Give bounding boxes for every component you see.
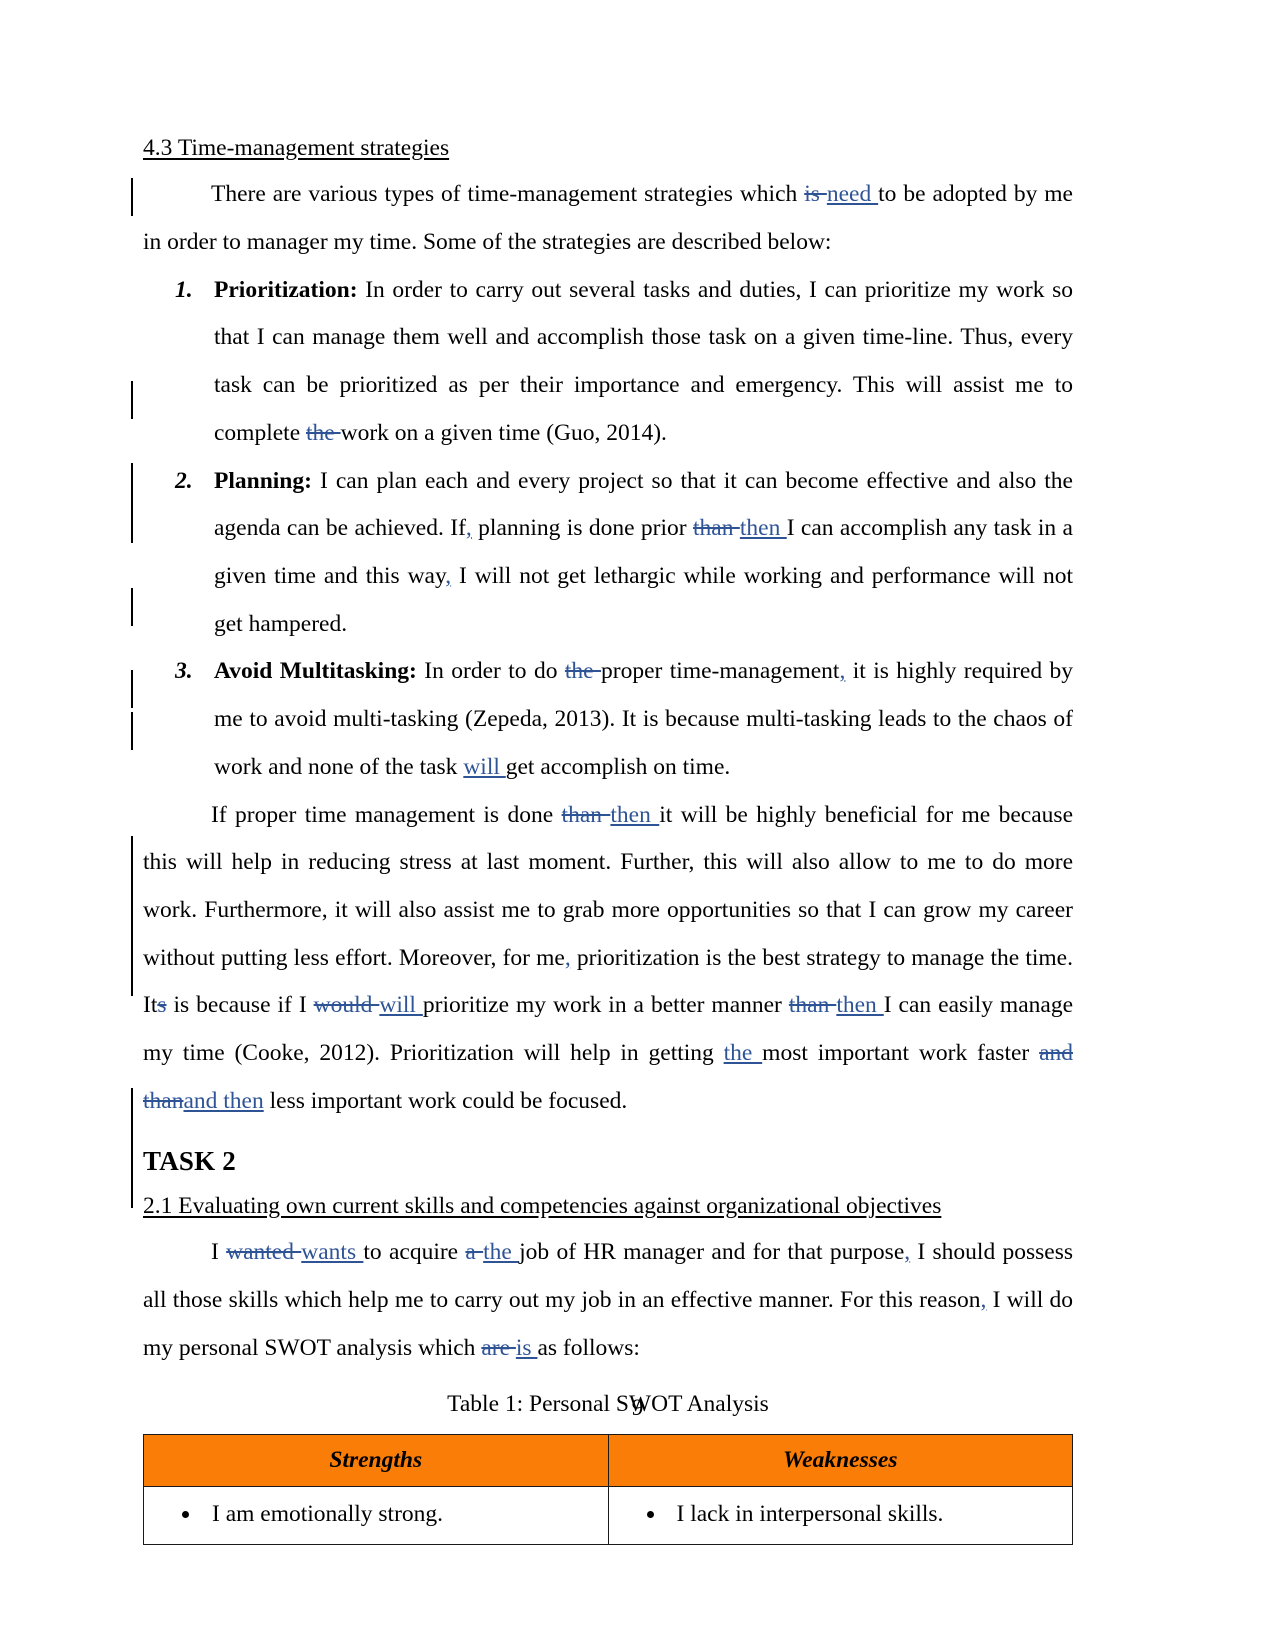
deletion-s: s bbox=[157, 992, 167, 1019]
strategy-list: Prioritization: In order to carry out se… bbox=[143, 267, 1073, 792]
change-bar bbox=[131, 381, 133, 419]
change-bar bbox=[131, 178, 133, 216]
list-item-lead: Planning: bbox=[214, 467, 312, 494]
closing-text-1: If proper time management is done bbox=[211, 801, 562, 828]
insertion-need: need bbox=[826, 181, 879, 208]
swot-table: Strengths Weaknesses I am emotionally st… bbox=[143, 1433, 1073, 1546]
heading-4-3: 4.3 Time-management strategies bbox=[143, 135, 450, 161]
p21-text-3: job of HR manager and for that purpose bbox=[519, 1239, 905, 1266]
heading-4-3-wrap: 4.3 Time-management strategies bbox=[143, 132, 1073, 169]
list-item-text-2: proper time-management bbox=[601, 658, 840, 685]
change-bar bbox=[131, 588, 133, 626]
list-item: I lack in interpersonal skills. bbox=[667, 1497, 1067, 1532]
table-header-row: Strengths Weaknesses bbox=[143, 1433, 1073, 1487]
deletion-the: the bbox=[564, 658, 602, 685]
insertion-then-2: then bbox=[836, 992, 884, 1019]
column-header-strengths: Strengths bbox=[143, 1433, 609, 1487]
intro-text-1: There are various types of time-manageme… bbox=[211, 181, 805, 208]
change-bar bbox=[131, 463, 133, 543]
list-item-text-2: work on a given time (Guo, 2014). bbox=[340, 419, 667, 446]
change-bar bbox=[131, 670, 133, 708]
closing-text-5: prioritize my work in a better manner bbox=[422, 992, 789, 1019]
deletion-is: is bbox=[804, 181, 827, 208]
cell-weaknesses: I lack in interpersonal skills. bbox=[607, 1485, 1073, 1546]
deletion-the: the bbox=[306, 419, 341, 446]
p21-text-1: I bbox=[211, 1239, 227, 1266]
closing-text-7: most important work faster bbox=[762, 1040, 1040, 1067]
list-item-lead: Avoid Multitasking: bbox=[214, 658, 417, 685]
deletion-than: than bbox=[561, 801, 611, 828]
insertion-and-then: and then bbox=[183, 1087, 264, 1114]
deletion-would: would bbox=[313, 992, 380, 1019]
deletion-than-2: than bbox=[788, 992, 837, 1019]
list-item-prioritization: Prioritization: In order to carry out se… bbox=[143, 267, 1073, 458]
list-item-avoid-multitasking: Avoid Multitasking: In order to do the p… bbox=[143, 648, 1073, 791]
insertion-is: is bbox=[515, 1334, 538, 1361]
deletion-a: a bbox=[465, 1239, 484, 1266]
change-bar bbox=[131, 1088, 133, 1208]
list-item: I am emotionally strong. bbox=[202, 1497, 602, 1532]
deletion-wanted: wanted bbox=[226, 1239, 302, 1266]
deletion-are: are bbox=[481, 1334, 516, 1361]
p21-text-6: as follows: bbox=[537, 1334, 640, 1361]
paragraph-closing: If proper time management is done than t… bbox=[143, 792, 1073, 1126]
closing-text-4: is because if I bbox=[166, 992, 314, 1019]
page-number: 9 bbox=[631, 1395, 644, 1421]
list-item-text-2: planning is done prior bbox=[471, 515, 693, 542]
paragraph-intro: There are various types of time-manageme… bbox=[143, 171, 1073, 266]
insertion-then: then bbox=[610, 801, 660, 828]
heading-2-1: 2.1 Evaluating own current skills and co… bbox=[143, 1192, 942, 1219]
deletion-than: than bbox=[693, 515, 740, 542]
list-item-text-4: get accomplish on time. bbox=[505, 753, 731, 780]
document-page: 4.3 Time-management strategies There are… bbox=[0, 0, 1275, 1650]
column-header-weaknesses: Weaknesses bbox=[607, 1433, 1073, 1487]
change-bar bbox=[131, 712, 133, 750]
list-item-text-1: In order to do bbox=[416, 658, 565, 685]
heading-2-1-wrap: 2.1 Evaluating own current skills and co… bbox=[143, 1190, 1073, 1227]
table-row: I am emotionally strong. I lack in inter… bbox=[143, 1485, 1073, 1546]
insertion-the: the bbox=[723, 1040, 763, 1067]
insertion-wants: wants bbox=[301, 1239, 364, 1266]
weaknesses-bullet-list: I lack in interpersonal skills. bbox=[615, 1497, 1067, 1532]
insertion-will: will bbox=[379, 992, 423, 1019]
insertion-will: will bbox=[463, 753, 506, 780]
insertion-then: then bbox=[739, 515, 787, 542]
paragraph-2-1: I wanted wants to acquire a the job of H… bbox=[143, 1229, 1073, 1372]
list-item-lead: Prioritization: bbox=[214, 276, 358, 303]
change-bar bbox=[131, 836, 133, 996]
closing-text-8: less important work could be focused. bbox=[263, 1087, 628, 1114]
swot-table-body: I am emotionally strong. I lack in inter… bbox=[143, 1485, 1073, 1546]
swot-table-head: Strengths Weaknesses bbox=[143, 1433, 1073, 1487]
insertion-the: the bbox=[483, 1239, 520, 1266]
heading-task-2: TASK 2 bbox=[143, 1146, 236, 1177]
document-body: 4.3 Time-management strategies There are… bbox=[143, 132, 1073, 1546]
cell-strengths: I am emotionally strong. bbox=[143, 1485, 609, 1546]
list-item-planning: Planning: I can plan each and every proj… bbox=[143, 458, 1073, 649]
strengths-bullet-list: I am emotionally strong. bbox=[150, 1497, 602, 1532]
p21-text-2: to acquire bbox=[363, 1239, 466, 1266]
